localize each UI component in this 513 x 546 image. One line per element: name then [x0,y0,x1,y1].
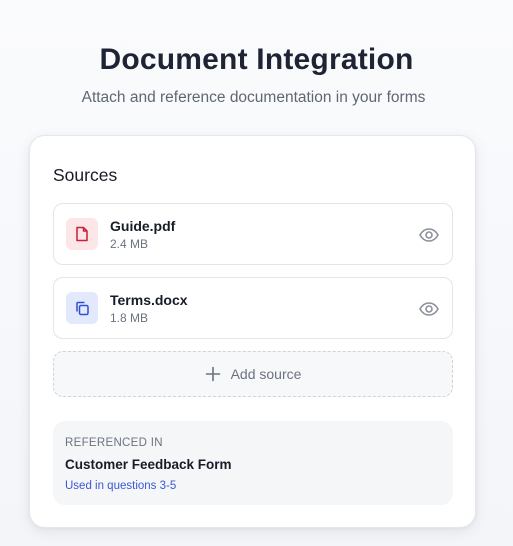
document-integration-page: Document Integration Attach and referenc… [0,0,513,546]
copy-document-icon [66,292,98,324]
source-name: Terms.docx [110,292,188,308]
referenced-in-label: REFERENCED IN [65,437,163,449]
referenced-in-panel: REFERENCED IN Customer Feedback Form Use… [53,421,453,505]
eye-icon[interactable] [418,224,440,246]
referenced-form-name: Customer Feedback Form [65,457,232,472]
sources-title: Sources [53,165,118,185]
source-name: Guide.pdf [110,218,176,234]
referenced-usage-link[interactable]: Used in questions 3-5 [65,479,176,493]
page-subtitle: Attach and reference documentation in yo… [81,89,426,106]
plus-icon [205,366,221,382]
page-title: Document Integration [99,43,414,76]
sources-card: Sources Guide.pdf 2.4 MB Terms.docx 1.8 … [29,135,476,528]
pdf-file-icon [66,218,98,250]
add-source-label: Add source [230,366,302,382]
eye-icon[interactable] [418,298,440,320]
source-item-guide[interactable]: Guide.pdf 2.4 MB [53,203,453,265]
source-item-terms[interactable]: Terms.docx 1.8 MB [53,277,453,339]
source-size: 1.8 MB [110,311,149,325]
add-source-button[interactable]: Add source [53,351,453,397]
source-size: 2.4 MB [110,237,149,251]
